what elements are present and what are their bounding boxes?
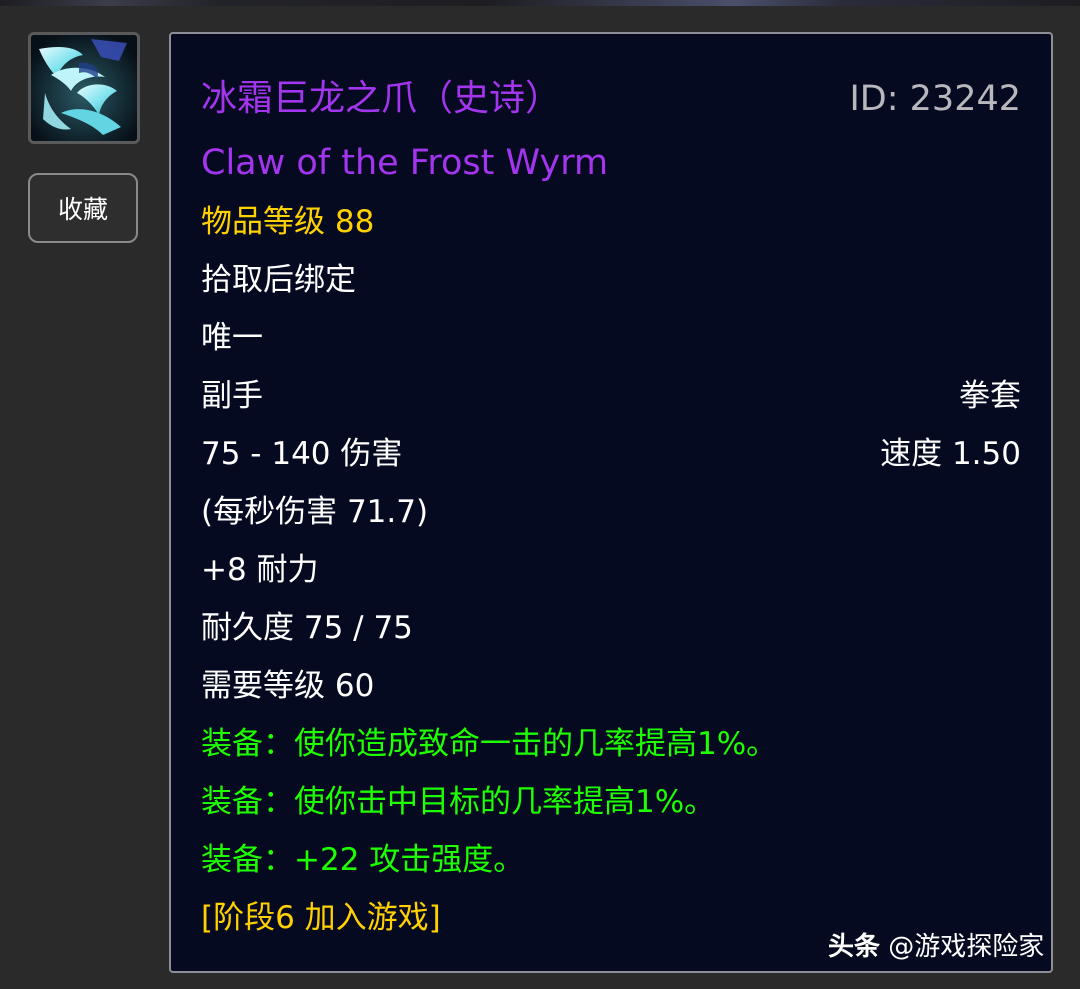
favorite-button[interactable]: 收藏 [28, 173, 138, 243]
item-name-cn: 冰霜巨龙之爪（史诗） [201, 78, 562, 119]
damage-row: 75 - 140 伤害 速度 1.50 [201, 428, 1021, 480]
slot-text: 副手 [201, 378, 263, 414]
binding-text: 拾取后绑定 [201, 262, 356, 298]
stamina-text: +8 耐力 [201, 552, 319, 588]
equip-effect: 装备：使你击中目标的几率提高1%。 [201, 784, 716, 820]
watermark: 头条 @游戏探险家 [828, 926, 1044, 963]
damage-text: 75 - 140 伤害 [201, 436, 403, 472]
equip-effect: 装备：+22 攻击强度。 [201, 842, 525, 878]
speed-text: 速度 1.50 [880, 436, 1021, 472]
watermark-brand: 头条 [828, 932, 881, 962]
frost-wyrm-claw-icon [28, 32, 140, 144]
durability-text: 耐久度 75 / 75 [201, 610, 413, 646]
top-image-strip [0, 0, 1080, 6]
equip-effect: 装备：使你造成致命一击的几率提高1%。 [201, 726, 778, 762]
watermark-handle: @游戏探险家 [888, 932, 1045, 962]
item-tooltip: 冰霜巨龙之爪（史诗） ID: 23242 Claw of the Frost W… [169, 32, 1053, 973]
unique-text: 唯一 [201, 320, 263, 356]
item-level: 物品等级 88 [201, 204, 375, 240]
item-name-en: Claw of the Frost Wyrm [201, 143, 609, 183]
dps-text: (每秒伤害 71.7) [201, 494, 429, 530]
weapon-type: 拳套 [959, 378, 1021, 414]
required-level: 需要等级 60 [201, 668, 375, 704]
item-name-row: 冰霜巨龙之爪（史诗） ID: 23242 [201, 73, 1021, 125]
slot-row: 副手 拳套 [201, 370, 1021, 422]
item-id: ID: 23242 [849, 79, 1021, 119]
